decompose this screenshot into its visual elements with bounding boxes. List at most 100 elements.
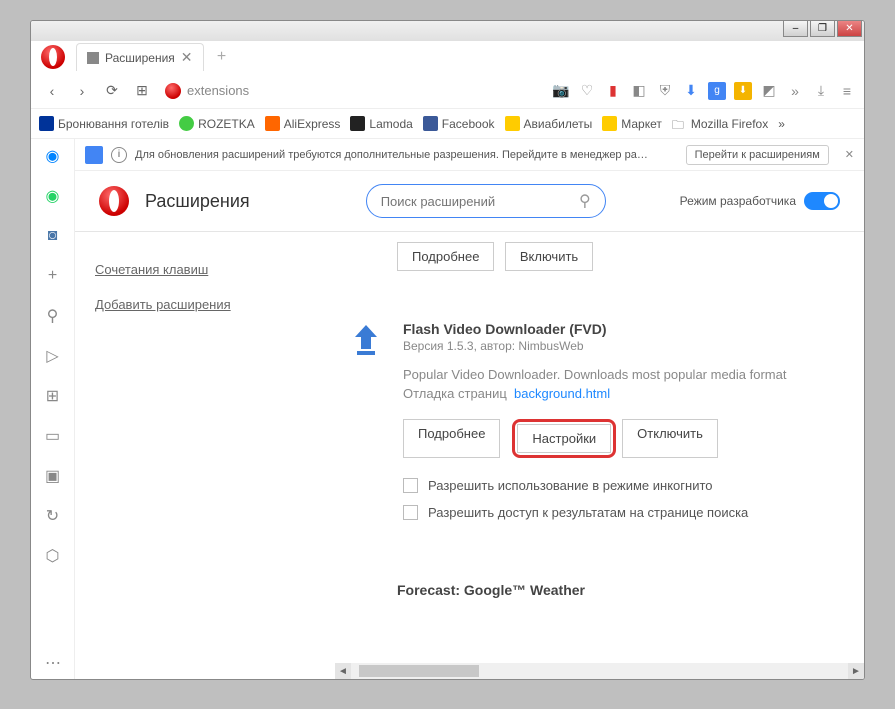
- speed-dial-icon[interactable]: ⊞: [42, 385, 64, 407]
- url-field[interactable]: extensions: [159, 83, 548, 99]
- bookmark-aliexpress[interactable]: AliExpress: [265, 116, 341, 131]
- extension-meta: Версия 1.5.3, автор: NimbusWeb: [403, 339, 864, 353]
- ext-icon-4[interactable]: ◩: [760, 82, 778, 100]
- heart-icon[interactable]: ♡: [578, 82, 596, 100]
- extension-name: Flash Video Downloader (FVD): [403, 321, 864, 337]
- opera-window: – ❐ ✕ Расширения ✕ + ‹ › ⟳ ⊞ extensions …: [30, 20, 865, 680]
- new-tab-button[interactable]: +: [210, 45, 234, 69]
- opera-logo-icon: [99, 186, 129, 216]
- bookmark-market[interactable]: Маркет: [602, 116, 662, 131]
- settings-button[interactable]: Настройки: [517, 424, 611, 453]
- dev-mode-toggle[interactable]: [804, 192, 840, 210]
- reload-button[interactable]: ⟳: [99, 78, 125, 104]
- search-results-label: Разрешить доступ к результатам на страни…: [428, 505, 748, 520]
- details-button[interactable]: Подробнее: [397, 242, 494, 271]
- debug-label: Отладка страниц: [403, 386, 507, 401]
- bookmark-label: ROZETKA: [198, 117, 255, 131]
- background-link[interactable]: background.html: [514, 386, 610, 401]
- fvd-icon: [347, 321, 385, 359]
- more-icon[interactable]: »: [786, 82, 804, 100]
- aliexpress-icon: [265, 116, 280, 131]
- tab-close-icon[interactable]: ✕: [181, 49, 193, 66]
- tab-extensions[interactable]: Расширения ✕: [76, 43, 204, 71]
- bookmark-label: Mozilla Firefox: [691, 117, 768, 131]
- rozetka-icon: [179, 116, 194, 131]
- scroll-left-icon[interactable]: ◄: [335, 663, 351, 679]
- incognito-checkbox[interactable]: [403, 478, 418, 493]
- titlebar: – ❐ ✕: [31, 21, 864, 41]
- add-extensions-link[interactable]: Добавить расширения: [95, 297, 315, 312]
- ext-icon-3[interactable]: ⬇: [734, 82, 752, 100]
- scroll-thumb[interactable]: [359, 665, 479, 677]
- download-icon[interactable]: ⬇: [682, 82, 700, 100]
- bookmark-label: Lamoda: [369, 117, 412, 131]
- whatsapp-icon[interactable]: ◉: [42, 185, 64, 207]
- translate-icon[interactable]: g: [708, 82, 726, 100]
- search-field[interactable]: [381, 194, 579, 209]
- bookmark-rozetka[interactable]: ROZETKA: [179, 116, 255, 131]
- incognito-label: Разрешить использование в режиме инкогни…: [428, 478, 713, 493]
- menu-icon[interactable]: ≡: [838, 82, 856, 100]
- scroll-right-icon[interactable]: ►: [848, 663, 864, 679]
- ext-icon-2[interactable]: ◧: [630, 82, 648, 100]
- bookmarks-more-icon[interactable]: »: [778, 117, 785, 131]
- bookmark-aviasales[interactable]: Авиабилеты: [505, 116, 593, 131]
- bookmark-lamoda[interactable]: Lamoda: [350, 116, 412, 131]
- send-icon[interactable]: ▷: [42, 345, 64, 367]
- search-extensions-input[interactable]: ⚲: [366, 184, 606, 218]
- enable-button[interactable]: Включить: [505, 242, 593, 271]
- info-bar: i Для обновления расширений требуются до…: [75, 139, 864, 171]
- bookmark-label: Маркет: [621, 117, 662, 131]
- cube-icon: [87, 52, 99, 64]
- downloads-icon[interactable]: ⤓: [812, 82, 830, 100]
- opera-logo-icon[interactable]: [41, 45, 65, 69]
- vk-icon[interactable]: ◙: [42, 225, 64, 247]
- close-button[interactable]: ✕: [837, 20, 862, 37]
- search-icon: ⚲: [579, 191, 591, 211]
- speed-dial-button[interactable]: ⊞: [129, 78, 155, 104]
- shield-icon[interactable]: ⛨: [656, 82, 674, 100]
- opera-icon: [165, 83, 181, 99]
- search-results-checkbox[interactable]: [403, 505, 418, 520]
- bookmark-label: AliExpress: [284, 117, 341, 131]
- lamoda-icon: [350, 116, 365, 131]
- bookmark-facebook[interactable]: Facebook: [423, 116, 495, 131]
- minimize-button[interactable]: –: [783, 20, 808, 37]
- extensions-list: Подробнее Включить Flash Video Downloade…: [335, 232, 864, 679]
- bookmark-label: Facebook: [442, 117, 495, 131]
- extension-card-fvd: Flash Video Downloader (FVD) Версия 1.5.…: [347, 301, 864, 552]
- address-bar: ‹ › ⟳ ⊞ extensions 📷 ♡ ▮ ◧ ⛨ ⬇ g ⬇ ◩ » ⤓…: [31, 73, 864, 109]
- sidebar-more-icon[interactable]: ⋯: [31, 653, 75, 673]
- info-text: Для обновления расширений требуются допо…: [135, 149, 648, 161]
- camera-icon[interactable]: 📷: [552, 82, 570, 100]
- ext-icon-1[interactable]: ▮: [604, 82, 622, 100]
- shortcuts-link[interactable]: Сочетания клавиш: [95, 262, 315, 277]
- page-title: Расширения: [145, 191, 250, 212]
- extension-description: Popular Video Downloader. Downloads most…: [403, 367, 864, 382]
- settings-highlight: Настройки: [512, 419, 616, 458]
- tab-label: Расширения: [105, 51, 175, 65]
- bookmark-firefox[interactable]: 🗀Mozilla Firefox: [672, 116, 768, 131]
- details-button[interactable]: Подробнее: [403, 419, 500, 458]
- horizontal-scrollbar[interactable]: ◄ ►: [335, 663, 864, 679]
- disable-button[interactable]: Отключить: [622, 419, 718, 458]
- back-button[interactable]: ‹: [39, 78, 65, 104]
- go-to-extensions-button[interactable]: Перейти к расширениям: [686, 145, 829, 165]
- search-icon[interactable]: ⚲: [42, 305, 64, 327]
- bookmark-booking[interactable]: Бронювання готелів: [39, 116, 169, 131]
- info-icon: i: [111, 147, 127, 163]
- history-icon[interactable]: ↻: [42, 505, 64, 527]
- market-icon: [602, 116, 617, 131]
- extension-name: Forecast: Google™ Weather: [397, 582, 585, 598]
- messenger-icon[interactable]: ◉: [42, 145, 64, 167]
- add-messenger-icon[interactable]: +: [42, 265, 64, 287]
- forward-button[interactable]: ›: [69, 78, 95, 104]
- tab-bar: Расширения ✕ +: [31, 41, 864, 73]
- bookmarks-icon[interactable]: ▣: [42, 465, 64, 487]
- news-icon[interactable]: ▭: [42, 425, 64, 447]
- extensions-icon[interactable]: ⬡: [42, 545, 64, 567]
- infobar-close-icon[interactable]: ✕: [845, 148, 854, 161]
- maximize-button[interactable]: ❐: [810, 20, 835, 37]
- scroll-track[interactable]: [351, 663, 848, 679]
- extension-card-forecast: Forecast: Google™ Weather: [397, 582, 864, 598]
